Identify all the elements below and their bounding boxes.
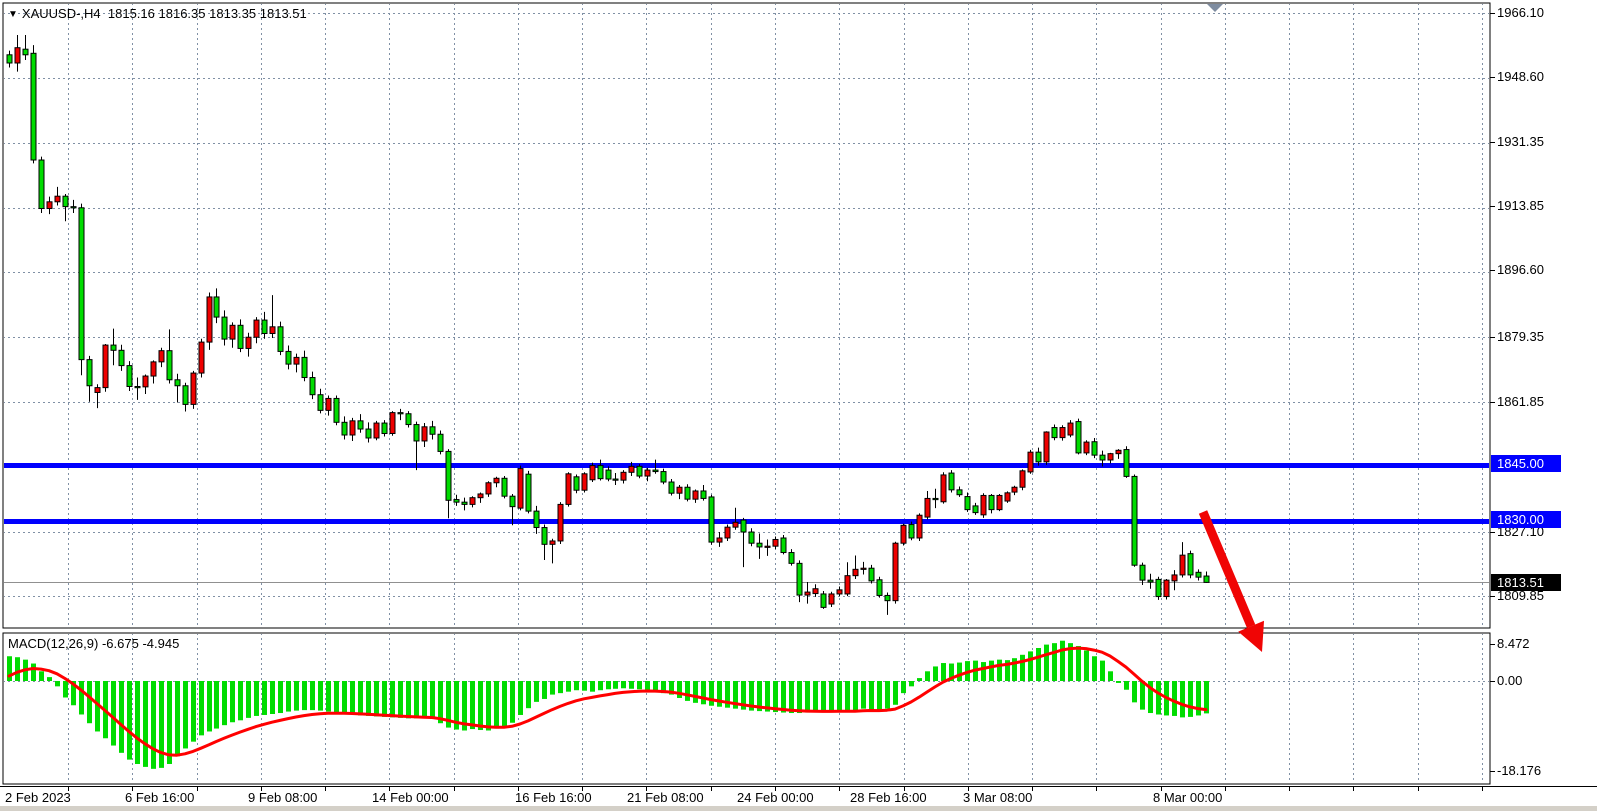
price-badge-level-1830: 1830.00: [1491, 511, 1561, 528]
time-axis-label: 16 Feb 16:00: [515, 790, 592, 805]
time-axis-label: 3 Mar 08:00: [963, 790, 1032, 805]
price-axis-label: 1931.35: [1497, 134, 1544, 150]
macd-value: -6.675: [102, 636, 139, 651]
time-axis-label: 8 Mar 00:00: [1153, 790, 1222, 805]
chart-window: ▼ XAUUSD-,H4 1815.16 1816.35 1813.35 1813…: [0, 0, 1597, 811]
time-axis-label: 28 Feb 16:00: [850, 790, 927, 805]
macd-axis-label: 0.00: [1497, 673, 1522, 689]
time-axis-label: 14 Feb 00:00: [372, 790, 449, 805]
main-pane[interactable]: [3, 3, 1490, 628]
ohlc-close: 1813.51: [260, 6, 307, 21]
window-bottom-strip: [0, 806, 1597, 811]
price-axis-label: 1948.60: [1497, 69, 1544, 85]
price-axis-label: 1879.35: [1497, 329, 1544, 345]
chart-canvas[interactable]: [0, 0, 1597, 811]
dropdown-triangle-icon: ▼: [8, 9, 18, 20]
price-axis-label: 1913.85: [1497, 198, 1544, 214]
current-price-badge: 1813.51: [1491, 574, 1561, 591]
ohlc-open: 1815.16: [108, 6, 155, 21]
time-axis-label: 9 Feb 08:00: [248, 790, 317, 805]
price-axis-label: 1896.60: [1497, 262, 1544, 278]
price-axis-label: 1966.10: [1497, 5, 1544, 21]
time-axis-label: 6 Feb 16:00: [125, 790, 194, 805]
macd-indicator-label: MACD(12,26,9) -6.675 -4.945: [8, 636, 179, 651]
time-axis-label: 24 Feb 00:00: [737, 790, 814, 805]
symbol-timeframe-label: XAUUSD-,H4: [22, 6, 101, 21]
level-line-1845[interactable]: [3, 463, 1490, 468]
macd-axis-label: -18.176: [1497, 763, 1541, 779]
macd-axis-label: 8.472: [1497, 636, 1530, 652]
symbol-header: ▼ XAUUSD-,H4 1815.16 1816.35 1813.35 1813…: [8, 6, 307, 21]
ohlc-high: 1816.35: [159, 6, 206, 21]
ohlc-low: 1813.35: [209, 6, 256, 21]
price-badge-level-1845: 1845.00: [1491, 455, 1561, 472]
macd-signal-value: -4.945: [142, 636, 179, 651]
time-axis-label: 21 Feb 08:00: [627, 790, 704, 805]
time-axis-label: 2 Feb 2023: [5, 790, 71, 805]
price-axis-label: 1861.85: [1497, 394, 1544, 410]
